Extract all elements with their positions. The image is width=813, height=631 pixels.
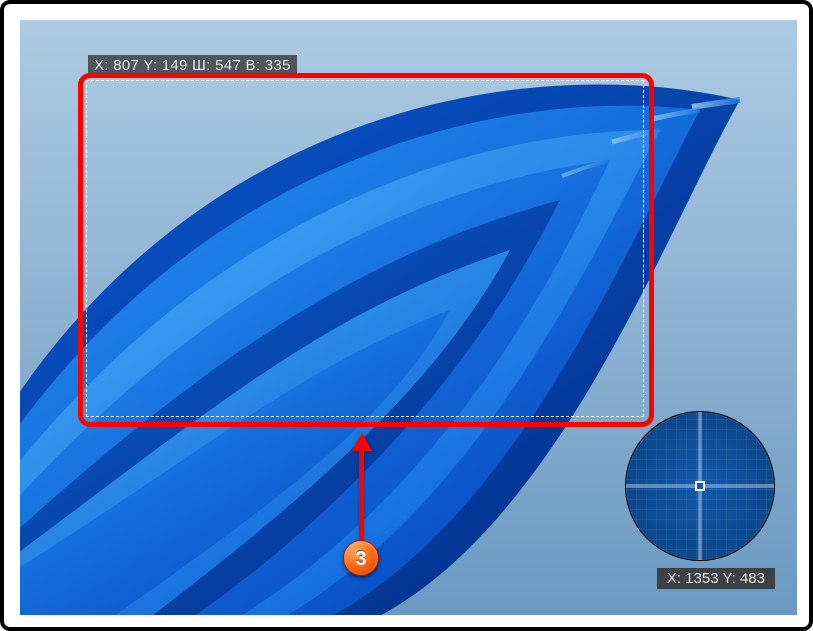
magnifier-center-pixel xyxy=(695,481,705,491)
selection-coordinates-overlay: X: 807 Y: 149 Ш: 547 В: 335 xyxy=(88,55,297,76)
resize-handle-nw[interactable] xyxy=(83,77,91,85)
annotated-frame: X: 807 Y: 149 Ш: 547 В: 335 3 X: 1353 Y:… xyxy=(0,0,813,631)
screenshot-canvas: X: 807 Y: 149 Ш: 547 В: 335 3 X: 1353 Y:… xyxy=(20,20,797,615)
cursor-coordinates-text: X: 1353 Y: 483 xyxy=(667,570,765,587)
resize-handle-ne[interactable] xyxy=(639,77,647,85)
step-number-text: 3 xyxy=(355,548,366,570)
resize-handle-se[interactable] xyxy=(639,412,647,420)
pixel-magnifier xyxy=(625,411,775,561)
cursor-coordinates-overlay: X: 1353 Y: 483 xyxy=(657,568,775,589)
step-number-badge: 3 xyxy=(343,540,379,576)
resize-handle-sw[interactable] xyxy=(83,412,91,420)
selection-coordinates-text: X: 807 Y: 149 Ш: 547 В: 335 xyxy=(94,57,291,74)
